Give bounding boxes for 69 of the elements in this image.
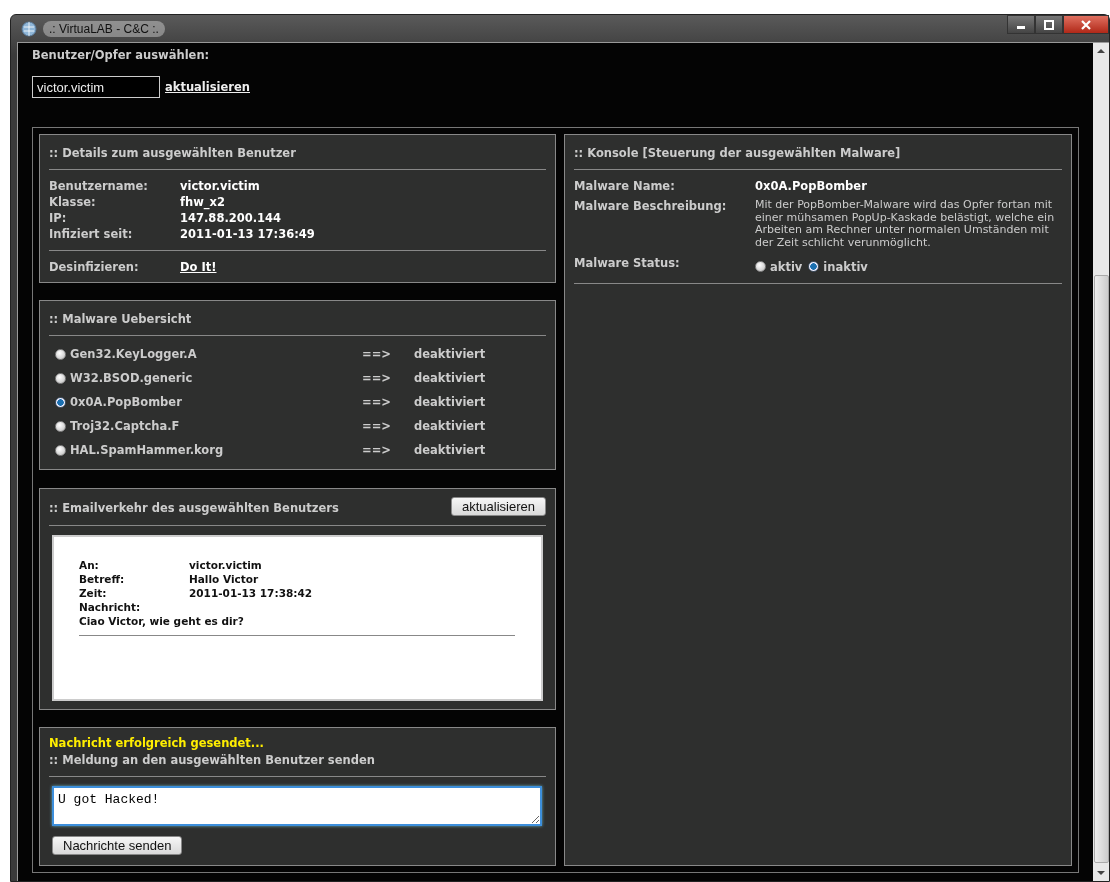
radio-label: inaktiv bbox=[823, 259, 868, 274]
email-value: victor.victim bbox=[189, 558, 263, 571]
user-select-label: Benutzer/Opfer auswählen: bbox=[32, 48, 211, 62]
field-label: Malware Beschreibung: bbox=[574, 199, 728, 215]
radio-button[interactable] bbox=[55, 372, 66, 384]
malware-name: Troj32.Captcha.F bbox=[70, 419, 181, 434]
malware-status: deaktiviert bbox=[414, 347, 486, 362]
radio-button[interactable] bbox=[55, 396, 66, 408]
field-label: Malware Status: bbox=[574, 255, 681, 272]
email-value: Hallo Victor bbox=[189, 572, 260, 585]
field-value: 147.88.200.144 bbox=[180, 211, 283, 225]
field-value: victor.victim bbox=[180, 179, 261, 193]
radio-label: aktiv bbox=[770, 259, 803, 274]
scroll-thumb[interactable] bbox=[1093, 275, 1109, 863]
success-message: Nachricht erfolgreich gesendet... bbox=[49, 736, 265, 750]
malware-name-value: 0x0A.PopBomber bbox=[755, 179, 868, 193]
window-title: .: VirtuaLAB - C&C :. bbox=[43, 20, 165, 37]
malware-description: Mit der PopBomber-Malware wird das Opfer fortan mit einer mühsamen PopUp-Kaskade belästigt, welche ein Arbeiten am Rechner unter normalen Umständen mit der Zeit schlicht verunmöglicht. bbox=[755, 199, 1056, 250]
malware-status: deaktiviert bbox=[414, 395, 486, 410]
radio-button[interactable] bbox=[55, 444, 66, 456]
field-label: Desinfizieren: bbox=[49, 260, 140, 274]
panel-title: :: Konsole [Steuerung der ausgewählten Malware] bbox=[574, 146, 902, 160]
close-icon bbox=[1080, 19, 1092, 30]
radio-button[interactable] bbox=[808, 261, 820, 273]
field-label: Benutzername: bbox=[49, 179, 149, 193]
panel-title: :: Details zum ausgewählten Benutzer bbox=[49, 146, 297, 160]
malware-status: deaktiviert bbox=[414, 443, 486, 458]
field-label: Infiziert seit: bbox=[49, 227, 134, 241]
malware-name: Gen32.KeyLogger.A bbox=[70, 347, 198, 362]
panel-title: :: Meldung an den ausgewählten Benutzer senden bbox=[49, 753, 376, 767]
panel-title: :: Emailverkehr des ausgewählten Benutzers bbox=[49, 500, 339, 515]
send-button[interactable]: Nachrichte senden bbox=[52, 836, 183, 855]
arrow-text: ==> bbox=[362, 443, 392, 458]
disinfect-link[interactable]: Do It! bbox=[180, 260, 217, 274]
user-field[interactable]: victor.victim bbox=[32, 76, 160, 98]
refresh-link[interactable]: aktualisieren bbox=[165, 80, 250, 94]
panel-title: :: Malware Uebersicht bbox=[49, 312, 193, 327]
globe-icon bbox=[21, 20, 37, 37]
field-label: Klasse: bbox=[49, 195, 97, 209]
scrollbar[interactable] bbox=[1093, 43, 1109, 881]
arrow-text: ==> bbox=[362, 419, 392, 434]
radio-button[interactable] bbox=[55, 348, 66, 360]
email-value: 2011-01-13 17:38:42 bbox=[189, 586, 314, 599]
field-label: IP: bbox=[49, 211, 68, 225]
malware-name: HAL.SpamHammer.korg bbox=[70, 443, 225, 458]
arrow-text: ==> bbox=[362, 347, 392, 362]
minimize-icon bbox=[1017, 26, 1025, 29]
message-field[interactable]: U got Hacked! bbox=[52, 786, 542, 826]
radio-button[interactable] bbox=[55, 420, 66, 432]
malware-status: deaktiviert bbox=[414, 419, 486, 434]
malware-name: 0x0A.PopBomber bbox=[70, 395, 183, 410]
field-value: fhw_x2 bbox=[180, 195, 226, 209]
email-label: An: bbox=[79, 558, 100, 571]
field-value: 2011-01-13 17:36:49 bbox=[180, 227, 316, 241]
email-label: Betreff: bbox=[79, 572, 126, 585]
maximize-button[interactable] bbox=[1035, 15, 1063, 34]
minimize-button[interactable] bbox=[1007, 15, 1035, 34]
malware-status: deaktiviert bbox=[414, 371, 486, 386]
refresh-button[interactable]: aktualisieren bbox=[451, 496, 546, 516]
arrow-text: ==> bbox=[362, 371, 392, 386]
close-button[interactable] bbox=[1063, 15, 1109, 34]
email-message: Ciao Victor, wie geht es dir? bbox=[79, 614, 245, 627]
field-label: Malware Name: bbox=[574, 179, 676, 193]
maximize-icon bbox=[1043, 19, 1055, 30]
arrow-text: ==> bbox=[362, 395, 392, 410]
email-label: Nachricht: bbox=[79, 600, 142, 613]
email-label: Zeit: bbox=[79, 586, 108, 599]
radio-button[interactable] bbox=[755, 261, 766, 273]
malware-name: W32.BSOD.generic bbox=[70, 371, 194, 386]
